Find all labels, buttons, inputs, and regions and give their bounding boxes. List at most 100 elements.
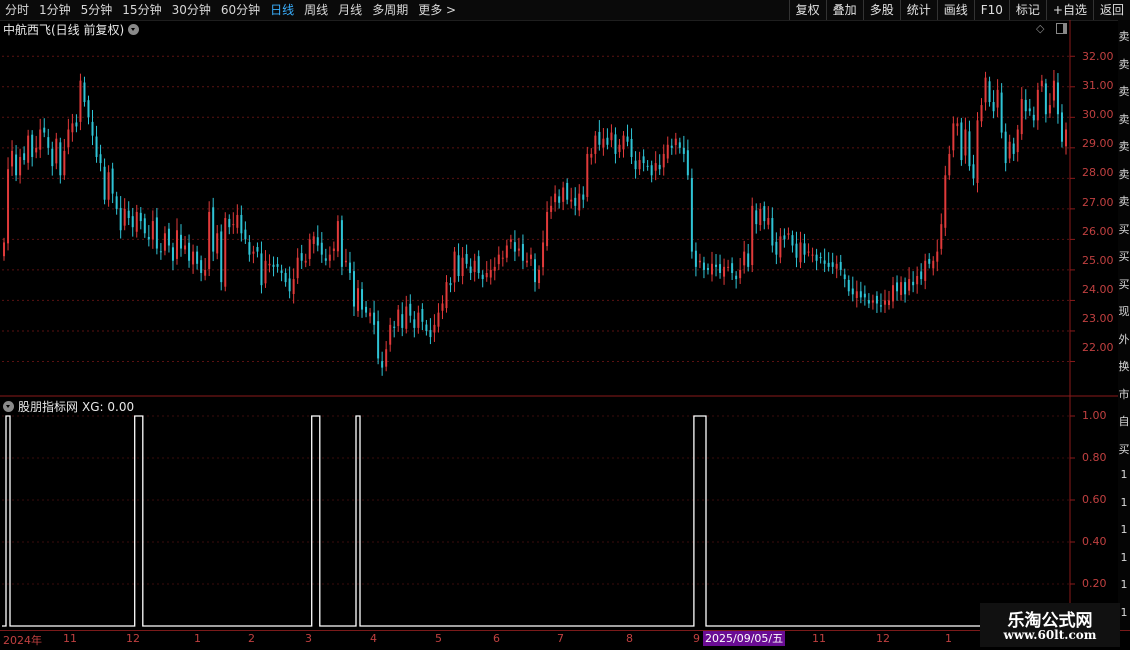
candle-body (694, 250, 697, 267)
candle-body (505, 245, 508, 258)
candle-body (735, 275, 738, 280)
candle-body (155, 217, 158, 249)
candle-body (433, 324, 436, 333)
candle-body (196, 251, 199, 264)
candle-body (336, 221, 339, 252)
candle-body (719, 264, 722, 273)
candle-body (292, 279, 295, 295)
chevron-down-icon[interactable] (3, 401, 14, 412)
candle-body (690, 178, 693, 252)
side-panel-char: 1 (1120, 468, 1128, 481)
candle-body (389, 324, 392, 345)
candle-body (988, 81, 991, 103)
candle-body (71, 123, 74, 133)
candle-body (55, 138, 58, 164)
candle-body (481, 274, 484, 280)
pane-controls: ◇ (1036, 22, 1068, 35)
candle-body (39, 129, 42, 150)
candle-body (385, 349, 388, 367)
candle-body (1060, 112, 1063, 142)
candle-body (900, 282, 903, 295)
candle-body (936, 251, 939, 262)
candle-body (996, 89, 999, 108)
candle-body (767, 218, 770, 225)
candle-body (574, 197, 577, 206)
candle-body (143, 218, 146, 234)
candle-body (827, 262, 830, 267)
candle-body (493, 266, 496, 271)
candle-body (167, 228, 170, 246)
side-panel-char: 买 (1118, 442, 1130, 456)
candle-body (992, 102, 995, 112)
candle-body (779, 236, 782, 258)
candle-body (208, 211, 211, 269)
candle-body (775, 241, 778, 255)
candle-body (429, 330, 432, 338)
candle-body (916, 276, 919, 285)
price-axis-label: 26.00 (1082, 225, 1114, 238)
candle-body (944, 175, 947, 228)
candle-body (135, 211, 138, 232)
candle-body (473, 260, 476, 273)
candle-body (43, 127, 46, 133)
kline-chart[interactable] (0, 0, 1130, 650)
date-label: 6 (493, 632, 500, 645)
candle-body (417, 312, 420, 328)
candle-body (324, 258, 327, 261)
candle-body (107, 172, 110, 200)
candle-body (1040, 80, 1043, 87)
candle-body (554, 193, 557, 203)
candle-body (731, 263, 734, 273)
candle-body (27, 135, 30, 163)
candle-body (332, 248, 335, 251)
side-panel-char: 换 (1118, 360, 1130, 373)
candle-body (276, 264, 279, 267)
candle-body (393, 326, 396, 328)
candle-body (465, 254, 468, 264)
side-panel-strip[interactable]: 卖卖卖卖卖卖卖买买买现外换市自买111111 (1118, 20, 1130, 630)
side-panel-char: 卖 (1118, 140, 1130, 153)
candle-body (542, 242, 545, 268)
candle-body (268, 263, 271, 266)
candle-body (892, 285, 895, 302)
candle-body (723, 266, 726, 277)
date-label: 2024年 (3, 634, 42, 647)
candle-body (344, 260, 347, 263)
chevron-down-icon[interactable] (128, 24, 140, 35)
candle-body (320, 242, 323, 255)
candle-body (212, 207, 215, 252)
indicator-axis-label: 0.20 (1082, 577, 1107, 590)
candle-body (614, 134, 617, 154)
candle-body (115, 196, 118, 209)
candle-body (920, 271, 923, 280)
candle-body (525, 260, 528, 263)
candle-body (538, 269, 541, 284)
watermark: 乐淘公式网 www.60lt.com (980, 603, 1120, 647)
candle-body (11, 150, 14, 167)
price-axis-label: 24.00 (1082, 283, 1114, 296)
candle-body (127, 210, 130, 219)
candle-body (566, 182, 569, 200)
candle-body (405, 306, 408, 329)
indicator-axis-label: 0.80 (1082, 451, 1107, 464)
candle-body (626, 136, 629, 142)
candle-body (1052, 80, 1055, 101)
candle-body (236, 214, 239, 228)
candle-body (1020, 98, 1023, 135)
restore-icon[interactable] (1056, 23, 1068, 34)
candle-body (529, 254, 532, 259)
candle-body (284, 272, 287, 283)
watermark-url: www.60lt.com (1003, 628, 1097, 642)
side-panel-char: 自 (1118, 415, 1130, 428)
candle-body (755, 210, 758, 225)
candle-body (650, 165, 653, 176)
candle-body (365, 306, 368, 313)
candle-body (228, 218, 231, 228)
price-axis-label: 28.00 (1082, 166, 1114, 179)
candle-body (453, 251, 456, 283)
price-axis-label: 25.00 (1082, 254, 1114, 267)
candle-body (795, 243, 798, 258)
diamond-icon[interactable]: ◇ (1036, 22, 1044, 35)
candle-body (843, 274, 846, 280)
candle-body (139, 212, 142, 222)
